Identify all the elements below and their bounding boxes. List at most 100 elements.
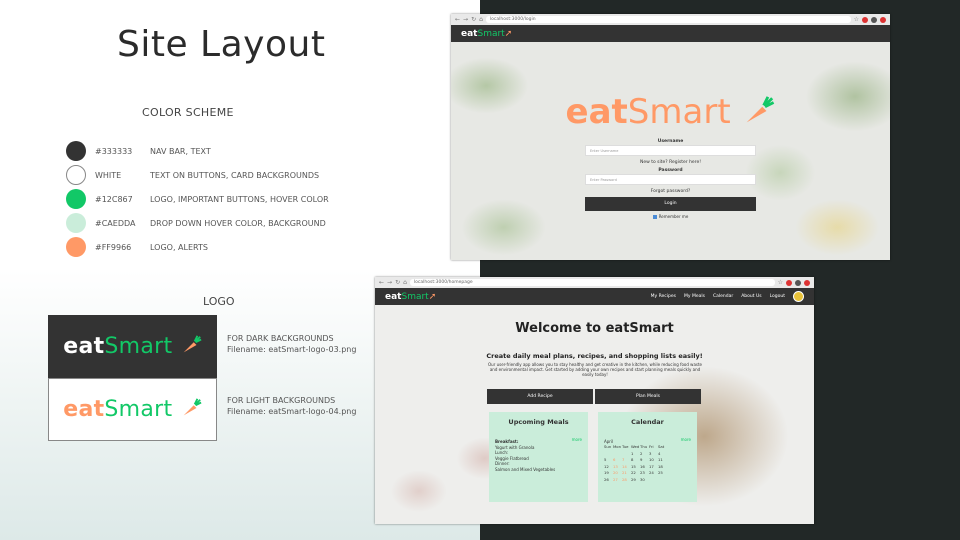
extension-icon[interactable]: [862, 16, 868, 23]
color-swatch: [66, 141, 86, 161]
color-swatch-row: WHITE TEXT ON BUTTONS, CARD BACKGROUNDS: [66, 164, 319, 186]
remember-me[interactable]: Remember me: [585, 214, 756, 219]
back-icon[interactable]: ←: [379, 279, 384, 286]
password-label: Password: [658, 168, 683, 173]
color-swatch: [66, 237, 86, 257]
carrot-icon: [747, 96, 775, 123]
forward-icon[interactable]: →: [463, 16, 468, 23]
back-icon[interactable]: ←: [455, 16, 460, 23]
login-button[interactable]: Login: [585, 197, 756, 211]
color-swatch: [66, 213, 86, 233]
forgot-password-link[interactable]: Forgot password?: [585, 187, 756, 196]
carrot-icon: ➚: [428, 291, 437, 302]
calendar-day[interactable]: 27: [613, 477, 622, 484]
calendar-day[interactable]: 28: [622, 477, 631, 484]
plan-meals-button[interactable]: Plan Meals: [595, 389, 701, 404]
swatch-hex-label: WHITE: [95, 170, 122, 180]
calendar-grid: 1 2 3 4 5 6 7 8 9 10 11 12 13 14 15 16 17 18 19 20 21 22 23 24 2…: [604, 451, 691, 484]
card-title: Calendar: [631, 418, 664, 426]
login-logo: eatSmart: [451, 92, 890, 132]
logo-light-preview: eatSmart: [48, 378, 217, 441]
swatch-usage: DROP DOWN HOVER COLOR, BACKGROUND: [150, 218, 326, 228]
color-swatch: [66, 165, 86, 185]
extension-icon[interactable]: [804, 279, 810, 286]
swatch-usage: NAV BAR, TEXT: [150, 146, 211, 156]
star-icon[interactable]: ☆: [778, 279, 783, 286]
password-input[interactable]: Enter Password: [585, 174, 756, 185]
swatch-hex-label: #CAEDDA: [95, 218, 136, 228]
swatch-hex-label: #FF9966: [95, 242, 132, 252]
app-logo[interactable]: eatSmart➚: [385, 292, 436, 302]
nav-about-us[interactable]: About Us: [741, 294, 761, 299]
home-icon[interactable]: ⌂: [403, 279, 407, 286]
login-screenshot: ← → ↻ ⌂ localhost:3000/login ☆ eatSmart➚…: [451, 14, 890, 260]
more-link[interactable]: more: [572, 437, 582, 442]
forward-icon[interactable]: →: [387, 279, 392, 286]
upcoming-meals-card: Upcoming Meals more Breakfast: Yogurt wi…: [489, 412, 588, 502]
username-label: Username: [657, 139, 684, 144]
remember-checkbox[interactable]: [652, 215, 657, 219]
star-icon[interactable]: ☆: [854, 16, 859, 23]
address-bar[interactable]: localhost:3000/login: [485, 16, 851, 23]
logo-wordmark: eatSmart: [63, 334, 202, 359]
color-swatch-row: #333333 NAV BAR, TEXT: [66, 140, 211, 162]
color-swatch: [66, 189, 86, 209]
nav-logout[interactable]: Logout: [770, 294, 785, 299]
nav-calendar[interactable]: Calendar: [713, 294, 733, 299]
app-navbar: eatSmart➚: [451, 25, 890, 42]
carrot-icon: [183, 398, 202, 416]
logo-smart: Smart: [104, 334, 173, 359]
register-link[interactable]: New to site? Register here!: [585, 158, 756, 167]
calendar-day[interactable]: 30: [640, 477, 649, 484]
extension-icon[interactable]: [880, 16, 886, 23]
tagline: Create daily meal plans, recipes, and sh…: [486, 352, 703, 360]
calendar-day: [658, 477, 667, 484]
swatch-usage: LOGO, IMPORTANT BUTTONS, HOVER COLOR: [150, 194, 329, 204]
meal-list: Breakfast: Yogurt with Granola Lunch: Ve…: [495, 439, 582, 472]
reload-icon[interactable]: ↻: [471, 16, 476, 23]
color-swatch-row: #CAEDDA DROP DOWN HOVER COLOR, BACKGROUND: [66, 212, 326, 234]
avatar[interactable]: [793, 291, 804, 302]
logo-heading: LOGO: [203, 295, 235, 308]
home-icon[interactable]: ⌂: [479, 16, 483, 23]
carrot-icon: ➚: [504, 28, 513, 39]
nav-my-recipes[interactable]: My Recipes: [651, 294, 676, 299]
profile-icon[interactable]: [795, 279, 801, 286]
slide-title: Site Layout: [117, 24, 326, 65]
extension-icon[interactable]: [786, 279, 792, 286]
app-navbar: eatSmart➚ My Recipes My Meals Calendar A…: [375, 288, 814, 305]
app-logo[interactable]: eatSmart➚: [461, 29, 512, 39]
color-scheme-heading: COLOR SCHEME: [142, 106, 234, 119]
logo-dark-preview: eatSmart: [48, 315, 217, 378]
username-input[interactable]: Enter Username: [585, 145, 756, 156]
add-recipe-button[interactable]: Add Recipe: [487, 389, 593, 404]
nav-links: My Recipes My Meals Calendar About Us Lo…: [651, 291, 804, 302]
login-form: Username Enter Username New to site? Reg…: [585, 138, 756, 219]
calendar-day: [649, 477, 658, 484]
welcome-heading: Welcome to eatSmart: [515, 321, 674, 336]
calendar-day[interactable]: 29: [631, 477, 640, 484]
swatch-usage: TEXT ON BUTTONS, CARD BACKGROUNDS: [150, 170, 320, 180]
swatch-usage: LOGO, ALERTS: [150, 242, 208, 252]
light-logo-note: FOR LIGHT BACKGROUNDS Filename: eatSmart…: [227, 396, 357, 416]
more-link[interactable]: more: [681, 437, 691, 442]
browser-chrome: ← → ↻ ⌂ localhost:3000/login ☆: [451, 14, 890, 25]
logo-smart: Smart: [104, 397, 173, 422]
color-swatch-row: #FF9966 LOGO, ALERTS: [66, 236, 208, 258]
logo-wordmark: eatSmart: [63, 397, 202, 422]
address-bar[interactable]: localhost:3000/homepage: [409, 279, 775, 286]
logo-eat: eat: [63, 334, 105, 359]
swatch-hex-label: #12C867: [95, 194, 133, 204]
color-swatch-row: #12C867 LOGO, IMPORTANT BUTTONS, HOVER CO…: [66, 188, 329, 210]
homepage-screenshot: ← → ↻ ⌂ localhost:3000/homepage ☆ eatSma…: [375, 277, 814, 524]
profile-icon[interactable]: [871, 16, 877, 23]
dark-logo-note: FOR DARK BACKGROUNDS Filename: eatSmart-…: [227, 334, 357, 354]
food-background: [375, 305, 814, 524]
reload-icon[interactable]: ↻: [395, 279, 400, 286]
nav-my-meals[interactable]: My Meals: [684, 294, 705, 299]
calendar-week: 26 27 28 29 30: [604, 477, 691, 484]
calendar-card: Calendar more April Sun Mon Tue Wed Thu Fri Sa…: [598, 412, 697, 502]
swatch-hex-label: #333333: [95, 146, 133, 156]
browser-chrome: ← → ↻ ⌂ localhost:3000/homepage ☆: [375, 277, 814, 288]
calendar-day[interactable]: 26: [604, 477, 613, 484]
